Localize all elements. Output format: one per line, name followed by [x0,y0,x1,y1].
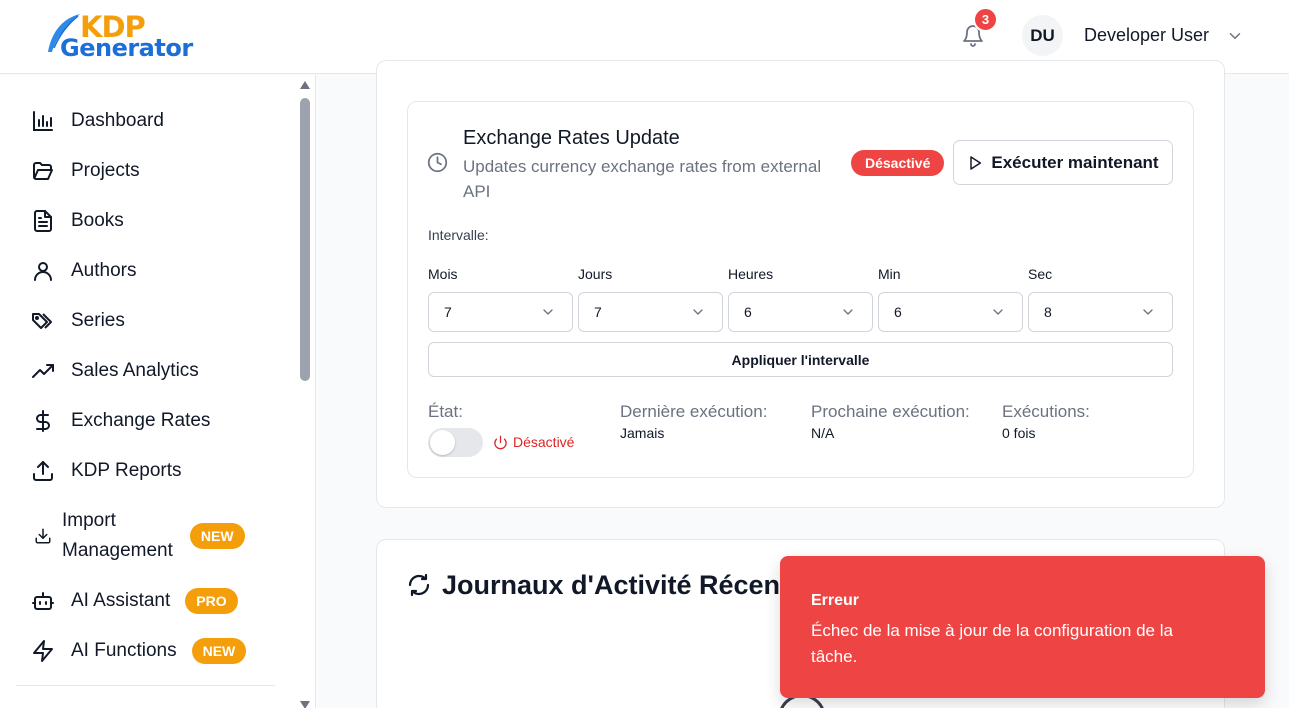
chevron-down-icon [1143,309,1153,315]
sidebar-item-label-line1: Import [62,510,116,531]
chevron-down-icon [543,309,553,315]
sidebar-item-label: AI Assistant [71,590,171,611]
sidebar-item-authors[interactable]: Authors [30,256,136,286]
pro-badge: PRO [185,588,238,614]
seconds-label: Sec [1028,266,1053,282]
sidebar-item-label: Exchange Rates [71,410,211,431]
power-icon [494,435,507,449]
upload-icon [30,458,56,484]
activity-logs-title: Journaux d'Activité Récents [442,570,805,600]
sidebar-item-label-line2: Management [62,540,173,561]
next-run-value: N/A [811,425,835,441]
apply-interval-button[interactable]: Appliquer l'intervalle [428,342,1173,377]
logo-text-generator: Generator [60,34,193,62]
sidebar-item-label: Import Management [62,506,173,566]
state-indicator: Désactivé [493,434,574,450]
sidebar-item-dashboard[interactable]: Dashboard [30,106,164,136]
zap-icon [30,638,56,664]
toggle-knob [430,430,455,455]
run-now-label: Exécuter maintenant [991,152,1159,172]
sidebar-item-ai-assistant[interactable]: AI Assistant PRO [30,586,238,616]
sidebar-item-ai-functions[interactable]: AI Functions NEW [30,636,247,666]
app-logo[interactable]: KDP Generator [44,8,204,64]
status-badge: Désactivé [851,150,945,176]
minutes-select[interactable]: 6 [878,292,1023,332]
trending-up-icon [30,358,56,384]
next-run-label: Prochaine exécution: [811,402,970,421]
tags-icon [30,308,56,334]
chevron-down-icon [993,309,1003,315]
days-value: 7 [594,304,602,320]
sidebar-item-label: Dashboard [71,110,164,131]
state-label: État: [428,402,463,421]
run-now-button[interactable]: Exécuter maintenant [953,140,1173,185]
chevron-down-icon [843,309,853,315]
sidebar-item-books[interactable]: Books [30,206,124,236]
new-badge: NEW [189,523,245,549]
download-icon [30,523,56,549]
months-label: Mois [428,266,458,282]
play-icon [970,155,982,170]
enable-toggle[interactable] [428,428,483,457]
user-icon [30,258,56,284]
sidebar-item-label: Books [71,210,124,231]
notification-badge: 3 [973,7,998,32]
days-label: Jours [578,266,613,282]
sidebar: Dashboard Projects Books Authors Series … [0,75,316,708]
error-toast[interactable]: Erreur Échec de la mise à jour de la con… [780,556,1265,698]
sidebar-scrollbar[interactable] [299,81,311,708]
sidebar-item-series[interactable]: Series [30,306,125,336]
bar-chart-icon [30,108,56,134]
sidebar-item-sales-analytics[interactable]: Sales Analytics [30,356,199,386]
sidebar-item-projects[interactable]: Projects [30,156,140,186]
runs-label: Exécutions: [1002,402,1090,421]
scroll-down-arrow-icon[interactable] [300,701,310,708]
sidebar-item-exchange-rates[interactable]: Exchange Rates [30,406,210,436]
scroll-up-arrow-icon[interactable] [300,81,310,89]
sidebar-item-label: AI Functions [71,640,177,661]
task-title: Exchange Rates Update [463,127,680,149]
seconds-value: 8 [1044,304,1052,320]
avatar[interactable]: DU [1022,15,1063,56]
minutes-value: 6 [894,304,902,320]
sidebar-item-label: KDP Reports [71,460,182,481]
folder-open-icon [30,158,56,184]
sidebar-item-label: Projects [71,160,140,181]
dollar-sign-icon [30,408,56,434]
toast-title: Erreur [811,592,860,609]
runs-value: 0 fois [1002,425,1036,441]
sidebar-item-import-management[interactable]: Import Management NEW [30,506,245,566]
days-select[interactable]: 7 [578,292,723,332]
hours-select[interactable]: 6 [728,292,873,332]
chevron-down-icon [693,309,703,315]
task-description: Updates currency exchange rates from ext… [463,157,822,201]
months-value: 7 [444,304,452,320]
file-text-icon [30,208,56,234]
clock-icon [427,152,448,173]
hours-label: Heures [728,266,774,282]
sidebar-divider [16,685,275,686]
toast-message: Échec de la mise à jour de la configurat… [811,621,1173,666]
state-value: Désactivé [513,434,575,450]
interval-label: Intervalle: [428,227,489,243]
last-run-label: Dernière exécution: [620,402,768,421]
bot-icon [30,588,56,614]
minutes-label: Min [878,266,901,282]
chevron-down-icon[interactable] [1226,27,1244,45]
sidebar-item-label: Sales Analytics [71,360,199,381]
new-badge: NEW [191,638,247,664]
last-run-value: Jamais [620,425,665,441]
sidebar-item-label: Authors [71,260,137,281]
hours-value: 6 [744,304,752,320]
scroll-thumb[interactable] [300,98,310,381]
refresh-icon[interactable] [407,573,431,597]
username[interactable]: Developer User [1084,25,1209,46]
sidebar-item-kdp-reports[interactable]: KDP Reports [30,456,182,486]
sidebar-item-label: Series [71,310,125,331]
months-select[interactable]: 7 [428,292,573,332]
seconds-select[interactable]: 8 [1028,292,1173,332]
